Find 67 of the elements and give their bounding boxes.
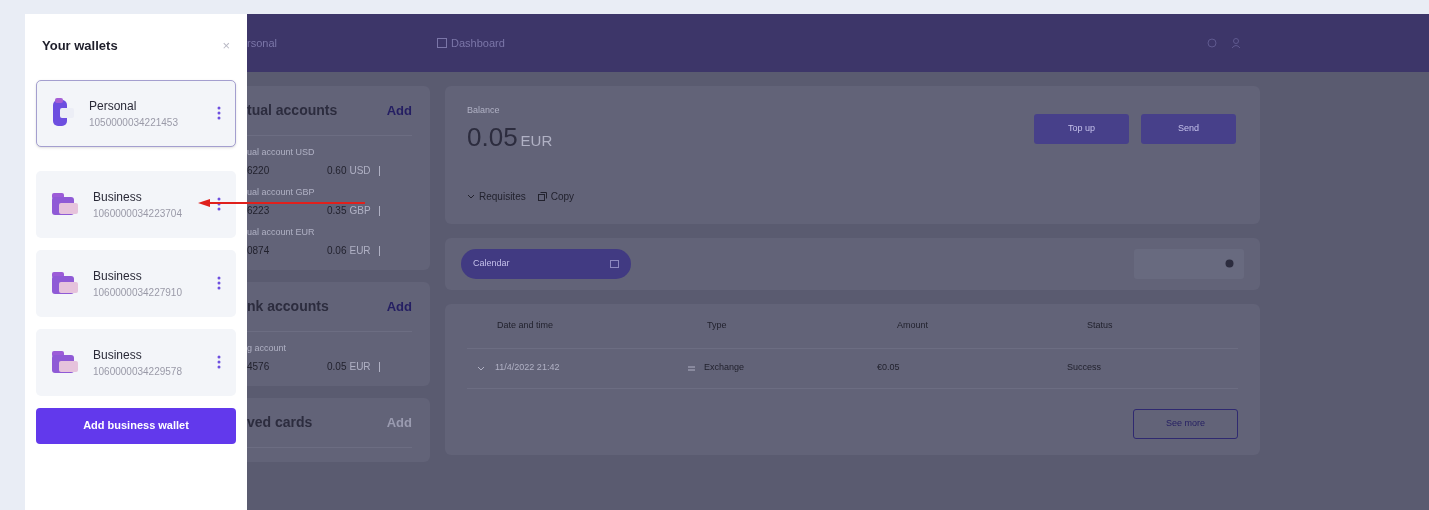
add-wallet-button[interactable]: Add business wallet xyxy=(36,407,236,444)
type-cell: Exchange xyxy=(704,361,745,375)
wallet-number: 1060000034227910 xyxy=(93,285,183,300)
action-button[interactable]: Send xyxy=(1141,114,1236,144)
account-number: 0874 xyxy=(247,246,271,256)
column-header: Date and time xyxy=(497,318,555,332)
wallet-card[interactable]: Business 1060000034223704 xyxy=(36,170,236,238)
wallet-name: Business xyxy=(93,346,143,364)
briefcase-icon xyxy=(51,270,79,296)
briefcase-icon xyxy=(51,349,79,375)
close-button[interactable]: × xyxy=(222,39,230,53)
wallet-person-icon xyxy=(51,98,75,128)
wallet-card[interactable]: Business 1060000034227910 xyxy=(36,249,236,317)
account-currency: GBP xyxy=(349,206,372,216)
copy-icon xyxy=(537,191,547,201)
balance-amount: 0.05 xyxy=(467,120,518,154)
account-label: ual account GBP xyxy=(247,188,316,197)
account-balance: 0.06 xyxy=(327,246,347,256)
briefcase-icon xyxy=(51,191,79,217)
add-link[interactable]: Add xyxy=(386,296,412,317)
balance-label: Balance xyxy=(467,104,501,117)
add-link[interactable]: Add xyxy=(386,100,412,121)
account-number: 6223 xyxy=(247,206,271,216)
calendar-field[interactable]: Calendar xyxy=(461,248,631,279)
column-header: Status xyxy=(1087,318,1114,332)
user-icon[interactable] xyxy=(1231,38,1241,48)
account-label: g account xyxy=(247,344,288,353)
balance-currency: EUR xyxy=(520,130,553,151)
dashboard-tab[interactable]: Dashboard xyxy=(437,34,505,52)
wallet-switcher[interactable]: rsonal xyxy=(247,34,437,52)
account-number: 4576 xyxy=(247,362,271,372)
amount-cell-text: €0.05 xyxy=(877,361,901,375)
account-number: 6220 xyxy=(247,166,271,176)
action-button[interactable]: Top up xyxy=(1034,114,1129,144)
wallet-number: 1060000034223704 xyxy=(93,206,183,221)
account-balance: 0.35 xyxy=(327,206,347,216)
exchange-icon xyxy=(687,363,696,373)
section-title: tual accounts xyxy=(247,101,338,120)
chevron-icon[interactable] xyxy=(477,365,485,371)
calendar-icon xyxy=(610,259,619,268)
account-currency: EUR xyxy=(349,362,372,372)
wallet-name: Business xyxy=(93,267,143,285)
wallet-card[interactable]: Personal 1050000034221453 xyxy=(36,79,236,147)
section-title: ved cards xyxy=(247,413,313,432)
requisites-link[interactable]: Requisites xyxy=(467,188,526,204)
account-label: ual account USD xyxy=(247,148,316,157)
column-header: Amount xyxy=(897,318,930,332)
wallet-card[interactable]: Business 1060000034229578 xyxy=(36,328,236,396)
column-header: Type xyxy=(707,318,728,332)
wallet-name: Business xyxy=(93,188,143,206)
wallet-number: 1060000034229578 xyxy=(93,364,183,379)
section-title: nk accounts xyxy=(247,297,329,316)
add-link[interactable]: Add xyxy=(386,412,412,433)
wallet-number: 1050000034221453 xyxy=(89,115,179,130)
chevron-icon xyxy=(467,193,475,199)
date-cell: 11/4/2022 21:42 xyxy=(495,361,560,375)
account-currency: EUR xyxy=(349,246,372,256)
account-balance: 0.60 xyxy=(327,166,347,176)
dashboard-icon xyxy=(437,38,447,48)
account-currency: USD xyxy=(349,166,372,176)
drawer-title: Your wallets xyxy=(42,37,118,55)
wallet-name: Personal xyxy=(89,97,138,115)
account-label: ual account EUR xyxy=(247,228,316,237)
account-balance: 0.05 xyxy=(327,362,347,372)
status-cell-text: Success xyxy=(1067,361,1102,375)
requisites-link[interactable]: Copy xyxy=(537,188,575,204)
download-icon xyxy=(1225,259,1234,268)
